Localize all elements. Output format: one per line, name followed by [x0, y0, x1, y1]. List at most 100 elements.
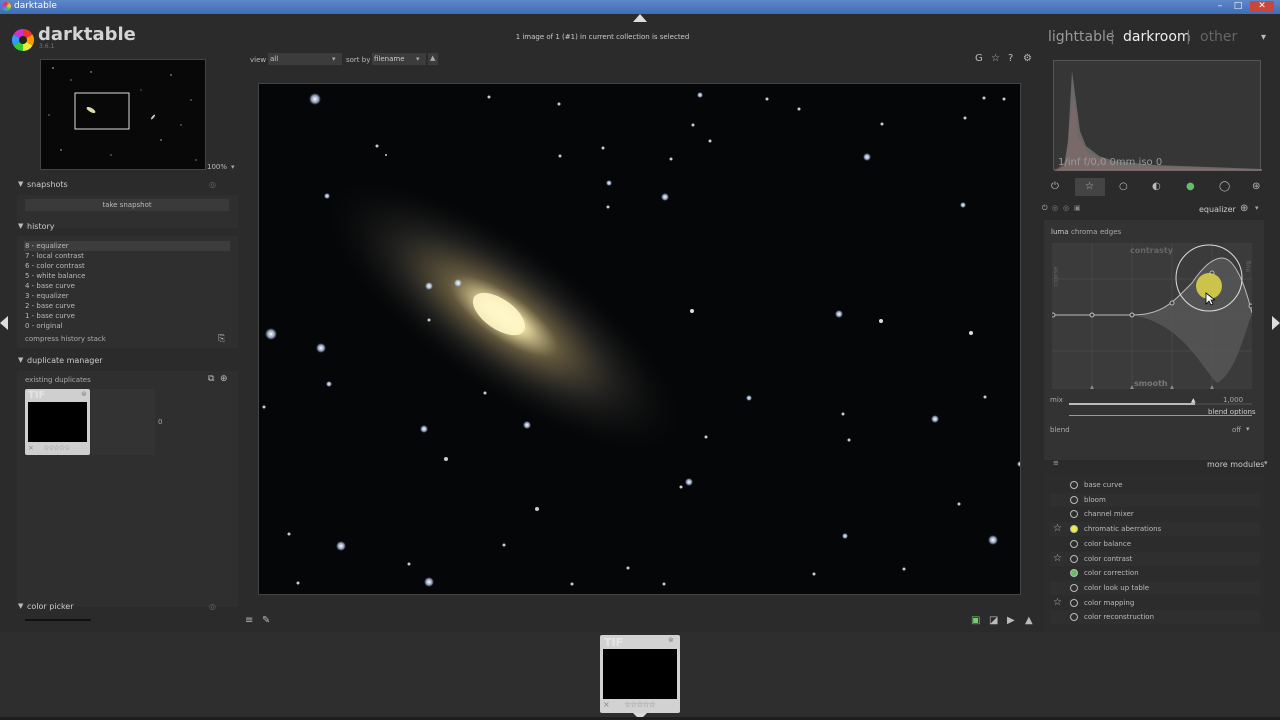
module-item[interactable]: color balance [1050, 537, 1260, 551]
view-menu-icon[interactable]: ▾ [1261, 32, 1266, 43]
more-modules-dropdown-icon[interactable]: ▾ [1264, 459, 1268, 467]
histogram-panel[interactable]: 1/inf f/0,0 0mm iso 0 [1053, 60, 1262, 171]
softproof-icon[interactable]: ▲ [1025, 615, 1033, 626]
clipping-indicator-icon[interactable]: ▶ [1007, 615, 1015, 626]
help-icon[interactable]: ? [1008, 53, 1013, 64]
history-item[interactable]: 5 - white balance [24, 271, 230, 281]
collapse-history-icon[interactable]: ▼ [18, 222, 23, 230]
module-item[interactable]: ☆ color mapping [1050, 596, 1260, 610]
module-item[interactable]: ☆ color contrast [1050, 551, 1260, 566]
favorite-star-icon[interactable]: ☆ [1053, 552, 1062, 566]
snapshots-title[interactable]: snapshots [27, 180, 68, 189]
group-correct-icon[interactable]: ◯ [1219, 181, 1230, 192]
group-basic-icon[interactable]: ○ [1119, 181, 1128, 192]
equalizer-tab-edges[interactable]: edges [1100, 228, 1121, 236]
group-tone-icon[interactable]: ◐ [1152, 181, 1161, 192]
mix-slider-fill [1069, 403, 1195, 405]
minimize-button[interactable]: – [1212, 1, 1228, 12]
modules-presets-icon[interactable]: ≡ [1053, 459, 1059, 467]
collapse-snapshots-icon[interactable]: ▼ [18, 180, 23, 188]
mix-slider-handle-icon[interactable]: ▲ [1191, 397, 1196, 404]
favorite-star-icon[interactable]: ☆ [1053, 596, 1062, 610]
history-item[interactable]: 7 - local contrast [24, 251, 230, 261]
history-item[interactable]: 3 - equalizer [24, 291, 230, 301]
grouping-icon[interactable]: G [975, 53, 983, 64]
duplicate-new-icon[interactable]: ⊕ [220, 374, 228, 384]
duplicate-copy-icon[interactable]: ⧉ [208, 374, 214, 384]
filmstrip-thumb-close-icon[interactable]: ⊗ [668, 636, 674, 644]
filmstrip-thumb-reject-icon[interactable]: × [603, 700, 610, 709]
module-item[interactable]: color look up table [1050, 580, 1260, 595]
group-effect-icon[interactable]: ⊛ [1252, 181, 1260, 192]
app-icon [2, 2, 11, 11]
collapse-top-arrow-icon[interactable] [633, 14, 647, 22]
navigation-preview[interactable] [40, 59, 206, 170]
mix-slider[interactable]: ▲ [1069, 397, 1252, 405]
take-snapshot-button[interactable]: take snapshot [25, 199, 229, 211]
module-item[interactable]: color reconstruction [1050, 610, 1260, 625]
history-item[interactable]: 1 - base curve [24, 311, 230, 321]
equalizer-presets-icon[interactable]: ▣ [1074, 204, 1081, 212]
history-item[interactable]: 8 - equalizer [24, 241, 230, 251]
equalizer-multi-instance-icon[interactable]: ◎ [1052, 204, 1058, 212]
duplicate-thumb-close-icon[interactable]: ⊗ [81, 390, 87, 398]
history-item[interactable]: 0 - original [24, 321, 230, 331]
preferences-gear-icon[interactable]: ⚙ [1023, 53, 1032, 64]
history-item[interactable]: 2 - base curve [24, 301, 230, 311]
equalizer-tab-luma[interactable]: luma [1051, 228, 1069, 236]
filmstrip-thumb-rating-icon[interactable]: ☆☆☆☆☆ [624, 700, 656, 709]
equalizer-collapse-icon[interactable]: ▾ [1255, 204, 1259, 212]
duplicate-manager-title[interactable]: duplicate manager [27, 356, 103, 365]
main-image-canvas[interactable] [258, 83, 1021, 595]
collapse-color-picker-icon[interactable]: ▼ [18, 602, 23, 610]
module-item[interactable]: ☆ chromatic aberrations [1050, 522, 1260, 537]
view-filter-select[interactable]: all ▾ [268, 53, 342, 65]
zoom-level[interactable]: 100% [207, 163, 227, 171]
more-modules-button[interactable]: more modules [1207, 460, 1264, 469]
module-item[interactable]: base curve [1050, 478, 1260, 492]
overlays-star-icon[interactable]: ☆ [991, 53, 1000, 64]
equalizer-power-icon[interactable]: ⏻ [1042, 204, 1048, 213]
color-assessment-icon[interactable]: ▣ [971, 615, 980, 626]
duplicate-thumbnail[interactable]: TIF ⊗ × ☆☆☆☆☆ [25, 389, 90, 455]
filmstrip-thumbnail[interactable]: TIF ⊗ × ☆☆☆☆☆ [600, 635, 680, 713]
history-item[interactable]: 4 - base curve [24, 281, 230, 291]
zoom-dropdown-icon[interactable]: ▾ [231, 163, 235, 171]
styles-icon[interactable]: ✎ [262, 615, 270, 626]
module-item[interactable]: color correction [1050, 566, 1260, 580]
equalizer-title[interactable]: equalizer [1199, 205, 1236, 214]
equalizer-curve-graph[interactable]: contrasty smooth coarse fine [1050, 243, 1254, 389]
maximize-button[interactable]: □ [1230, 1, 1246, 12]
collapse-right-panel-icon[interactable] [1272, 316, 1280, 330]
color-picker-reset-icon[interactable]: ◎ [209, 602, 216, 611]
compress-history-button[interactable]: compress history stack [25, 335, 106, 343]
module-item[interactable]: channel mixer [1050, 507, 1260, 521]
equalizer-reset-icon[interactable]: ◎ [1063, 204, 1069, 212]
collapse-duplicate-icon[interactable]: ▼ [18, 356, 23, 364]
group-active-power-icon[interactable]: ⏻ [1051, 181, 1059, 192]
group-favorites-tab[interactable]: ☆ [1075, 178, 1105, 196]
group-color-icon[interactable]: ● [1186, 181, 1195, 192]
raw-overexposed-icon[interactable]: ◪ [989, 615, 998, 626]
history-item[interactable]: 6 - color contrast [24, 261, 230, 271]
equalizer-globe-icon[interactable]: ⊕ [1240, 203, 1248, 214]
duplicate-thumb-reject-icon[interactable]: × [28, 444, 34, 452]
blend-dropdown-icon[interactable]: ▾ [1246, 425, 1250, 433]
module-item[interactable]: bloom [1050, 492, 1260, 507]
history-title[interactable]: history [27, 222, 55, 231]
view-other[interactable]: other [1200, 29, 1237, 45]
collapse-left-panel-icon[interactable] [0, 316, 8, 330]
snapshots-reset-icon[interactable]: ◎ [209, 180, 216, 189]
history-edit-icon[interactable]: ⎘ [218, 334, 225, 344]
duplicate-thumb-rating-icon[interactable]: ☆☆☆☆☆ [43, 444, 70, 452]
view-lighttable[interactable]: lighttable [1048, 29, 1115, 45]
close-button[interactable]: ✕ [1250, 1, 1274, 12]
color-picker-title[interactable]: color picker [27, 602, 74, 611]
blend-value[interactable]: off [1232, 426, 1241, 434]
view-darkroom[interactable]: darkroom [1123, 29, 1191, 45]
favorite-star-icon[interactable]: ☆ [1053, 522, 1062, 536]
sort-by-select[interactable]: filename ▾ [372, 53, 426, 65]
equalizer-tab-chroma[interactable]: chroma [1071, 228, 1097, 236]
quick-access-presets-icon[interactable]: ≡ [245, 615, 253, 626]
sort-direction-button[interactable]: ▲ [428, 53, 438, 65]
